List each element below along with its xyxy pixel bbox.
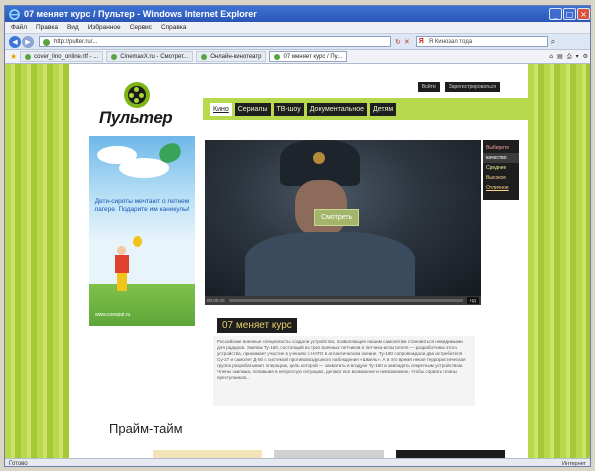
refresh-icon[interactable]: ↻	[395, 38, 401, 46]
logo-text: Пультер	[99, 108, 173, 127]
tab-favicon-icon	[274, 53, 281, 60]
status-zone: Интернет	[562, 461, 586, 467]
yandex-icon: Я	[418, 38, 424, 45]
promo-url: www.coexpat.ru	[95, 312, 131, 318]
login-link[interactable]: Войти	[417, 82, 440, 92]
menu-bar: Файл Правка Вид Избранное Сервис Справка	[5, 22, 590, 34]
episode-title: 07 меняет курс	[217, 318, 297, 333]
print-icon[interactable]: ⎙	[567, 53, 572, 61]
address-bar-row: ◀ ▶ http://pulter.ru/... ↻ ✕ Я Я Кинозал…	[5, 34, 590, 50]
tab-cover-lino[interactable]: cover_lino_online.rtf - ...	[20, 51, 104, 62]
nav-kids[interactable]: Детям	[369, 102, 397, 116]
menu-tools[interactable]: Сервис	[130, 24, 152, 31]
site-logo[interactable]: Пультер	[99, 82, 179, 130]
site-page: Войти Зарегистрироваться Пультер Кино Се…	[69, 64, 528, 458]
nav-movies[interactable]: Кино	[210, 102, 232, 116]
main-nav: Кино Сериалы ТВ-шоу Документальное Детям	[203, 98, 528, 120]
status-bar: Готово Интернет	[5, 458, 590, 467]
favorites-star-icon[interactable]: ★	[10, 52, 17, 61]
register-link[interactable]: Зарегистрироваться	[444, 82, 500, 92]
tab-favicon-icon	[201, 53, 208, 60]
player-controls: 00:00:00 НД	[205, 296, 481, 305]
child-figure	[113, 246, 131, 294]
tab-label: CinemaxX.ru - Смотрет...	[120, 53, 189, 60]
browser-window: 07 меняет курс / Пультер - Windows Inter…	[4, 5, 591, 467]
search-placeholder: Я Кинозал тода	[428, 38, 473, 45]
page-menu-icon[interactable]: ▾	[576, 53, 579, 61]
back-button[interactable]: ◀	[9, 35, 21, 48]
video-player[interactable]: Смотреть	[205, 140, 481, 296]
nav-series[interactable]: Сериалы	[234, 102, 271, 116]
thumbnail[interactable]	[153, 450, 263, 458]
episode-description-box: Российские военные специалисты создали у…	[213, 336, 475, 406]
tab-bar: ★ cover_lino_online.rtf - ... CinemaxX.r…	[5, 50, 590, 64]
tools-gear-icon[interactable]: ⚙	[583, 53, 588, 61]
title-bar: 07 меняет курс / Пультер - Windows Inter…	[5, 6, 590, 22]
officer-uniform	[245, 232, 415, 296]
site-favicon-icon	[43, 39, 50, 46]
player-time: 00:00:00	[207, 298, 225, 303]
minimize-button[interactable]: _	[549, 8, 562, 20]
search-input[interactable]: Я Я Кинозал тода	[415, 36, 548, 47]
status-text: Готово	[9, 460, 28, 467]
ie-icon	[8, 8, 20, 20]
balloon-icon	[133, 236, 142, 247]
address-url: http://pulter.ru/...	[54, 38, 98, 45]
quality-menu: Выберите качество Среднее Высокое Отличн…	[483, 140, 519, 200]
menu-favorites[interactable]: Избранное	[88, 24, 121, 31]
page-viewport: Войти Зарегистрироваться Пультер Кино Се…	[5, 64, 590, 458]
thumbnail[interactable]	[274, 450, 384, 458]
forward-button[interactable]: ▶	[22, 35, 34, 48]
tab-label: cover_lino_online.rtf - ...	[34, 53, 99, 60]
search-icon[interactable]: ⌕	[551, 37, 555, 47]
watch-button[interactable]: Смотреть	[314, 209, 360, 226]
promo-banner[interactable]: Дети-сироты мечтают о летнем лагере. Под…	[89, 136, 195, 326]
thumbnail[interactable]	[395, 450, 505, 458]
tab-cinemaxx[interactable]: CinemaxX.ru - Смотрет...	[106, 51, 194, 62]
promo-text: Дети-сироты мечтают о летнем лагере. Под…	[94, 198, 190, 213]
logo-icon	[124, 82, 150, 108]
officer-face	[295, 180, 347, 236]
quality-option-medium[interactable]: Среднее	[483, 163, 519, 173]
tab-favicon-icon	[25, 53, 32, 60]
home-icon[interactable]: ⌂	[549, 53, 553, 61]
tab-07-changes-course[interactable]: 07 меняет курс / Пу...	[269, 51, 348, 62]
quality-header: Выберите	[486, 145, 510, 151]
address-input[interactable]: http://pulter.ru/...	[39, 36, 391, 47]
menu-file[interactable]: Файл	[11, 24, 27, 31]
episode-description: Российские военные специалисты создали у…	[217, 339, 466, 380]
tab-label: Онлайн-кинотеатр	[210, 53, 262, 60]
menu-edit[interactable]: Правка	[36, 24, 58, 31]
menu-help[interactable]: Справка	[161, 24, 187, 31]
close-button[interactable]: ×	[577, 8, 590, 20]
prime-time-thumbnails	[153, 450, 505, 458]
menu-view[interactable]: Вид	[67, 24, 79, 31]
quality-option-default[interactable]: качество	[483, 153, 519, 163]
quality-option-high[interactable]: Высокое	[483, 173, 519, 183]
quality-option-excellent[interactable]: Отличное	[483, 183, 519, 193]
background-left	[5, 64, 69, 458]
stop-icon[interactable]: ✕	[404, 38, 410, 46]
cap-badge	[313, 152, 325, 164]
tab-label: 07 меняет курс / Пу...	[283, 53, 343, 60]
section-title: Прайм-тайм	[109, 421, 183, 436]
nav-documentary[interactable]: Документальное	[306, 102, 367, 116]
background-right	[528, 64, 590, 458]
maximize-button[interactable]: □	[563, 8, 576, 20]
nav-tv-shows[interactable]: ТВ-шоу	[273, 102, 304, 116]
window-title: 07 меняет курс / Пультер - Windows Inter…	[24, 9, 257, 19]
tab-favicon-icon	[111, 53, 118, 60]
tab-online-cinema[interactable]: Онлайн-кинотеатр	[196, 51, 267, 62]
hd-button[interactable]: НД	[466, 297, 479, 304]
feeds-icon[interactable]: ▤	[557, 53, 563, 61]
seek-bar[interactable]	[228, 299, 463, 302]
